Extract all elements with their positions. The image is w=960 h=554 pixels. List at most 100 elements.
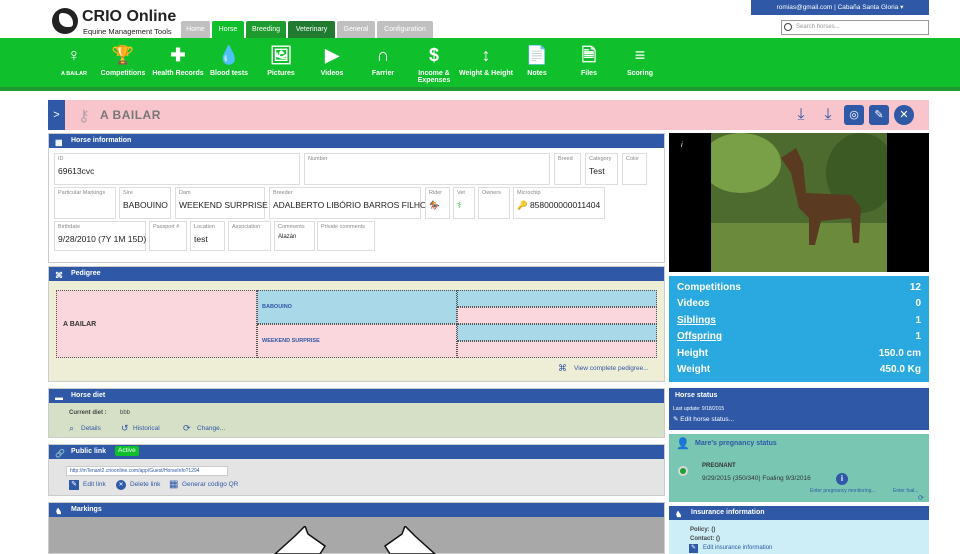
horse-status-panel: Horse status Last update: 9/18/2015 ✎ Ed… <box>669 388 929 430</box>
stat-siblings[interactable]: Siblings 1 <box>677 315 921 326</box>
qr-code-icon: ▦ <box>169 479 179 490</box>
toolbar-horse-name[interactable]: ♀ A BAILAR <box>47 44 101 84</box>
pedigree-sire-dam[interactable] <box>457 307 657 324</box>
field-microchip: Microchip 🔑 858000000011404 <box>513 187 605 219</box>
field-dam: Dam WEEKEND SURPRISE <box>175 187 268 219</box>
field-color: Color <box>622 153 647 185</box>
file-icon: 🗎 <box>581 45 597 65</box>
download-icon[interactable]: ⤓ <box>791 105 811 125</box>
tab-breeding[interactable]: Breeding <box>246 21 286 38</box>
toolbar-pictures[interactable]: 🖼 Pictures <box>254 44 308 84</box>
pedigree-dam[interactable]: WEEKEND SURPRISE <box>257 324 457 358</box>
refresh-icon: ⟳ <box>183 423 191 433</box>
edit-link-icon: ✎ <box>69 480 79 490</box>
pedigree-dam-sire[interactable] <box>457 324 657 341</box>
brand-subtitle: Equine Management Tools <box>83 27 172 36</box>
diet-header: ▬ Horse diet <box>49 389 664 403</box>
field-id: ID 69613cvc <box>54 153 300 185</box>
tab-veterinary[interactable]: Veterinary <box>288 21 335 38</box>
pedigree-sire[interactable]: BABOUINO <box>257 290 457 324</box>
refresh-pregnancy-icon[interactable]: ⟳ <box>918 494 924 502</box>
toolbar-competitions[interactable]: 🏆 Competitions <box>96 44 150 84</box>
toolbar-income-expenses[interactable]: $ Income & Expenses <box>407 44 461 84</box>
horseshoe-icon: ∩ <box>376 45 390 65</box>
stat-height: Height 150.0 cm <box>677 348 921 359</box>
toolbar-blood-tests[interactable]: 💧 Blood tests <box>202 44 256 84</box>
insurance-horse-icon: ♞ <box>675 510 683 519</box>
tab-general[interactable]: General <box>337 21 375 38</box>
delete-link-button[interactable]: Delete link <box>130 481 160 488</box>
tab-configuration[interactable]: Configuration <box>377 21 433 38</box>
link-icon: 🔗 <box>55 449 65 458</box>
stat-offspring[interactable]: Offspring 1 <box>677 331 921 342</box>
search-details-icon: ⌕ <box>69 423 75 433</box>
edit-insurance-link[interactable]: Edit insurance information <box>703 545 772 551</box>
vet-icon: ⚕ <box>457 200 462 210</box>
history-icon: ↺ <box>121 423 129 433</box>
instagram-icon[interactable]: ◎ <box>844 105 864 125</box>
search-input[interactable]: Search horses... <box>781 20 929 35</box>
horse-name: A BAILAR <box>100 108 161 122</box>
field-particular-markings: Particular Markings <box>54 187 116 219</box>
field-sire: Sire BABOUINO <box>119 187 171 219</box>
horse-photo[interactable]: i <box>669 133 929 272</box>
toolbar-scoring[interactable]: ≡ Scoring <box>613 44 667 84</box>
rider-icon: 🏇 <box>429 200 440 210</box>
tab-home[interactable]: Home <box>181 21 210 38</box>
field-vet: Vet ⚕ <box>453 187 475 219</box>
edit-horse-status-link[interactable]: ✎ Edit horse status... <box>673 415 734 423</box>
expand-arrow-icon[interactable]: > <box>48 100 65 130</box>
pregnancy-state: PREGNANT <box>702 463 736 469</box>
pedigree-horse[interactable]: A BAILAR <box>56 290 257 358</box>
field-private-comments: Private comments <box>317 221 375 251</box>
photo-info-icon[interactable]: i <box>681 142 683 149</box>
download-pdf-icon[interactable]: ⤓ <box>818 105 838 125</box>
key-icon: ⚷ <box>78 108 90 125</box>
field-rider: Rider 🏇 <box>425 187 450 219</box>
pregnant-status-icon <box>678 466 688 476</box>
field-category: Category Test <box>585 153 618 185</box>
diet-current-label: Current diet : <box>69 410 107 416</box>
info-icon[interactable]: i <box>836 473 848 485</box>
pedigree-sire-sire[interactable] <box>457 290 657 307</box>
diet-change-link[interactable]: Change... <box>197 425 225 432</box>
view-pedigree-link[interactable]: View complete pedigree... <box>574 365 649 372</box>
user-icon: 👤 <box>676 438 690 450</box>
diet-historical-link[interactable]: Historical <box>133 425 160 432</box>
toolbar-weight-height[interactable]: ↕ Weight & Height <box>459 44 513 84</box>
toolbar-farrier[interactable]: ∩ Farrier <box>356 44 410 84</box>
diet-current-value: bbb <box>120 410 131 416</box>
diet-details-link[interactable]: Details <box>81 425 101 432</box>
close-icon[interactable]: ✕ <box>894 105 914 125</box>
video-icon: ▶ <box>325 45 339 65</box>
horse-head-right-icon <box>383 526 437 554</box>
markings-panel: ♞ Markings <box>48 502 665 554</box>
logo[interactable]: CRIO Online Equine Management Tools <box>52 8 182 38</box>
tab-horse[interactable]: Horse <box>212 21 244 38</box>
enter-pregnancy-monitoring-link[interactable]: Enter pregnancy monitoring... <box>810 488 876 494</box>
public-url-field[interactable]: http://mTenant2.crioonline.com/app/Guest… <box>66 466 228 476</box>
field-number: Number <box>304 153 550 185</box>
sliders-icon: ≡ <box>634 45 646 65</box>
stat-videos: Videos 0 <box>677 298 921 309</box>
pregnancy-detail: 9/29/2015 (350/340) Foaling 9/3/2016 <box>702 475 811 482</box>
pedigree-dam-dam[interactable] <box>457 341 657 358</box>
toolbar-files[interactable]: 🗎 Files <box>562 44 616 84</box>
search-icon <box>784 23 792 31</box>
toolbar-health-records[interactable]: ✚ Health Records <box>151 44 205 84</box>
field-breeder: Breeder ADALBERTO LIBÓRIO BARROS FILHO <box>269 187 427 219</box>
field-passport: Passport # <box>149 221 187 251</box>
account-menu[interactable]: romias@gmail.com | Cabaña Santa Gloria ▾ <box>751 0 929 15</box>
generate-qr-button[interactable]: Generar código QR <box>182 481 238 488</box>
picture-icon: 🖼 <box>269 45 293 65</box>
edit-icon[interactable]: ✎ <box>869 105 889 125</box>
insurance-contact: Contact: () <box>690 536 720 542</box>
female-icon: ♀ <box>67 45 81 65</box>
pregnancy-title: Mare's pregnancy status <box>695 440 777 447</box>
toolbar-videos[interactable]: ▶ Videos <box>305 44 359 84</box>
truck-icon: ▬ <box>55 393 63 402</box>
edit-link-button[interactable]: Edit link <box>83 481 106 488</box>
edit-insurance-icon: ✎ <box>689 544 698 553</box>
enter-foal-link[interactable]: Enter foal... <box>893 488 919 494</box>
toolbar-notes[interactable]: 📄 Notes <box>510 44 564 84</box>
